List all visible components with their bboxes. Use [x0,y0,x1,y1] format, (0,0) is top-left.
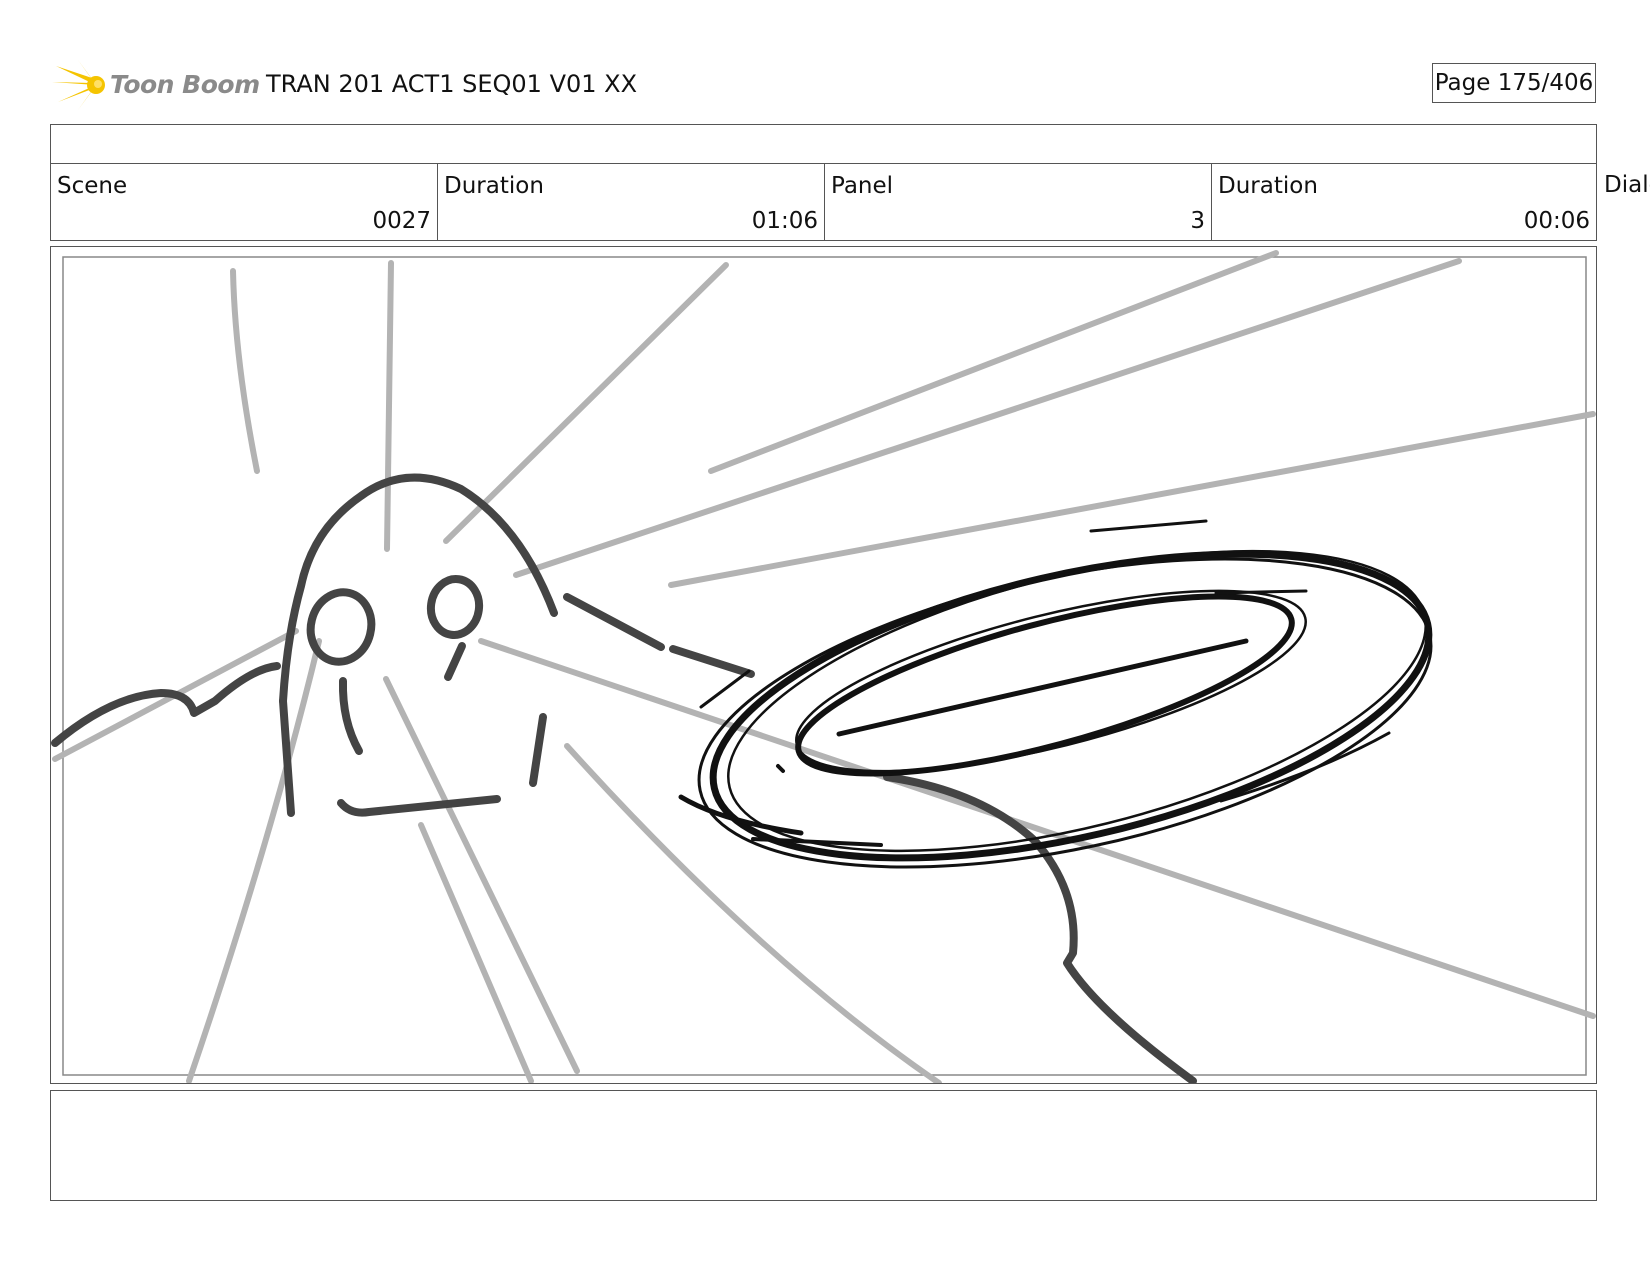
document-title: TRAN 201 ACT1 SEQ01 V01 XX [266,70,638,98]
scene-duration-cell: Duration 01:06 [437,163,825,241]
header-strip [50,124,1597,164]
character-sketch [51,473,1197,1083]
toon-boom-logo: Toon Boom [52,58,260,112]
panel-sketch [51,250,1596,1083]
halo-ring-sketch [678,519,1433,869]
panel-duration-cell: Duration 00:06 [1211,163,1597,241]
scene-duration-value: 01:06 [751,208,818,234]
toon-boom-logo-icon [52,60,105,110]
page-number: Page 175/406 [1432,63,1596,103]
panel-duration-value: 00:06 [1523,208,1590,234]
scene-label: Scene [57,173,128,199]
logo-text: Toon Boom [110,70,260,99]
scene-duration-label: Duration [444,173,544,199]
scene-cell: Scene 0027 [50,163,438,241]
panel-value: 3 [1190,208,1205,234]
panel-notes-box [50,1090,1597,1201]
dialog-cell: Dialog [1597,163,1650,203]
storyboard-panel [50,246,1597,1084]
panel-label: Panel [831,173,894,199]
scene-value: 0027 [372,208,431,234]
panel-duration-label: Duration [1218,173,1318,199]
dialog-label: Dialog [1604,172,1650,198]
panel-cell: Panel 3 [824,163,1212,241]
